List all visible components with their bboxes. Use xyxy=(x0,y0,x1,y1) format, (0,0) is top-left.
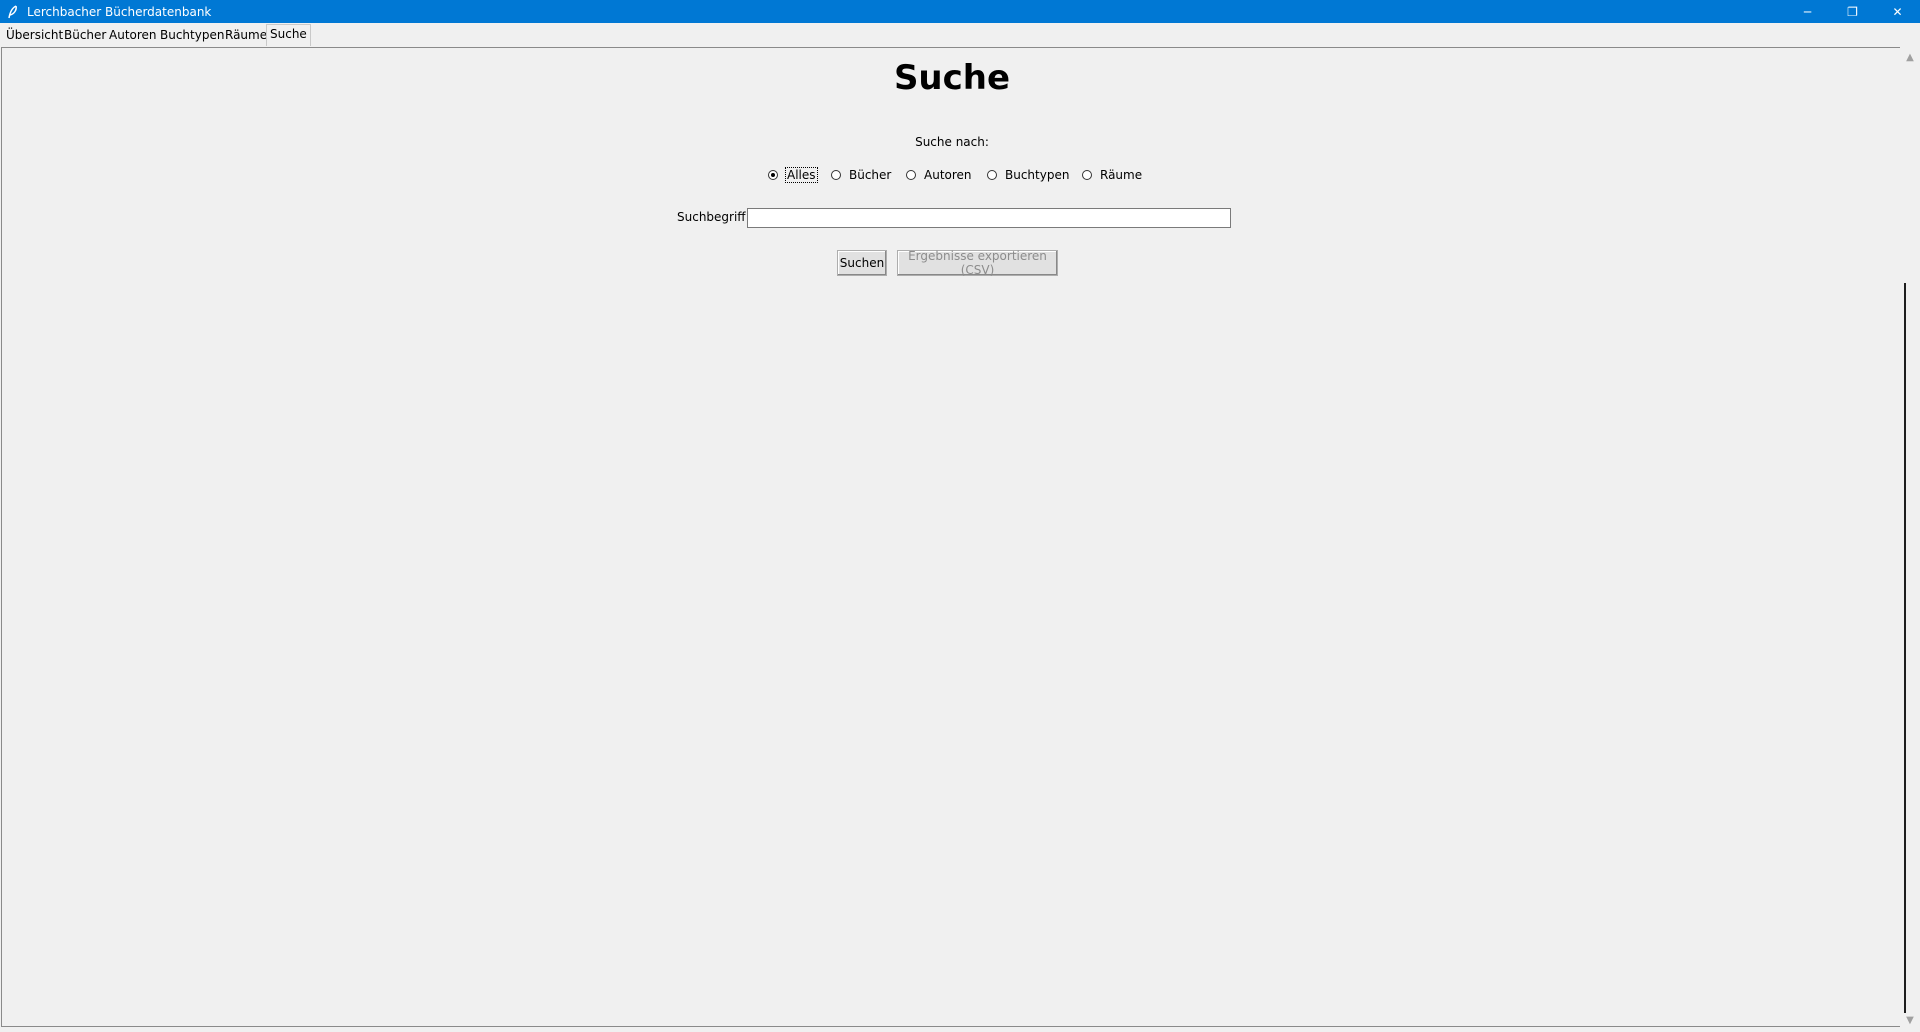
tab-autoren[interactable]: Autoren xyxy=(109,26,157,44)
radio-alles[interactable]: Alles xyxy=(768,166,818,184)
maximize-button[interactable]: ❐ xyxy=(1830,0,1875,23)
tab-buecher[interactable]: Bücher xyxy=(64,26,106,44)
radio-buchtypen-label: Buchtypen xyxy=(1005,168,1070,182)
close-button[interactable]: ✕ xyxy=(1875,0,1920,23)
feather-icon xyxy=(5,4,21,20)
radio-button-icon[interactable] xyxy=(1082,170,1092,180)
export-csv-button[interactable]: Ergebnisse exportieren (CSV) xyxy=(897,249,1058,277)
radio-buecher-label: Bücher xyxy=(849,168,892,182)
scroll-down-arrow-icon[interactable]: ▼ xyxy=(1900,1012,1920,1028)
radio-buecher[interactable]: Bücher xyxy=(831,166,891,184)
title-bar: Lerchbacher Bücherdatenbank ─ ❐ ✕ xyxy=(0,0,1920,23)
radio-raeume[interactable]: Räume xyxy=(1082,166,1142,184)
tab-uebersicht[interactable]: Übersicht xyxy=(6,26,63,44)
tab-buchtypen[interactable]: Buchtypen xyxy=(160,26,224,44)
radio-buchtypen[interactable]: Buchtypen xyxy=(987,166,1069,184)
scroll-thumb[interactable] xyxy=(1904,283,1906,1013)
vertical-scrollbar[interactable]: ▲ ▼ xyxy=(1900,47,1920,1030)
page-title: Suche xyxy=(893,58,1011,98)
tab-raeume[interactable]: Räume xyxy=(225,26,267,44)
radio-button-icon[interactable] xyxy=(987,170,997,180)
radio-alles-label: Alles xyxy=(785,167,818,183)
search-by-label: Suche nach: xyxy=(915,135,989,149)
search-term-input[interactable] xyxy=(747,208,1231,228)
radio-button-icon[interactable] xyxy=(906,170,916,180)
radio-raeume-label: Räume xyxy=(1100,168,1143,182)
search-panel xyxy=(1,47,1901,1027)
radio-autoren[interactable]: Autoren xyxy=(906,166,972,184)
window-title: Lerchbacher Bücherdatenbank xyxy=(27,4,212,19)
tab-bar: Übersicht Bücher Autoren Buchtypen Räume… xyxy=(0,23,1920,47)
radio-button-icon[interactable] xyxy=(831,170,841,180)
minimize-button[interactable]: ─ xyxy=(1785,0,1830,23)
tab-suche[interactable]: Suche xyxy=(266,24,311,46)
radio-autoren-label: Autoren xyxy=(924,168,972,182)
radio-button-icon[interactable] xyxy=(768,170,778,180)
search-term-label: Suchbegriff: xyxy=(677,210,750,224)
search-button[interactable]: Suchen xyxy=(837,250,887,276)
